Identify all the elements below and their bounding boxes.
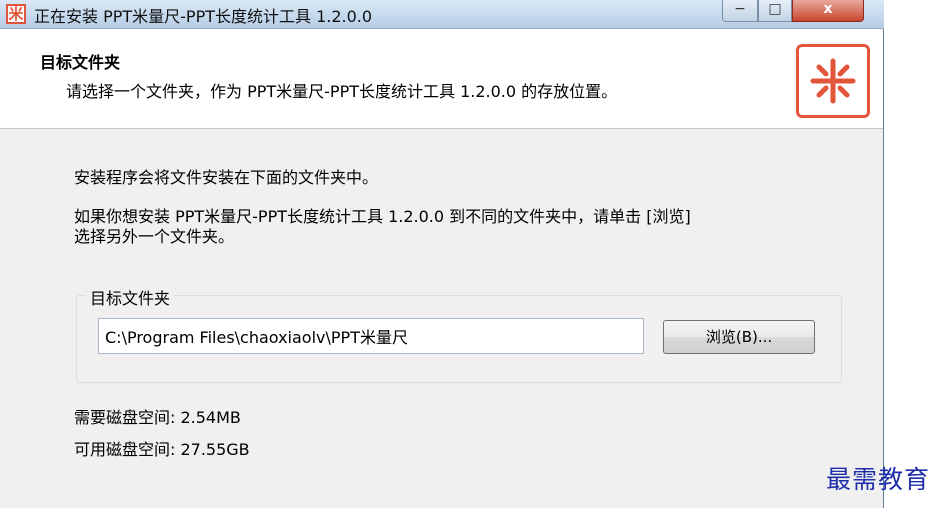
browse-hint-line-2: 选择另外一个文件夹。: [74, 227, 235, 246]
destination-group-label: 目标文件夹: [86, 285, 175, 309]
close-button[interactable]: x: [792, 0, 864, 22]
ppt-ruler-logo-icon: [796, 44, 870, 118]
app-logo-icon: 米: [6, 4, 26, 24]
browse-button[interactable]: 浏览(B)...: [663, 320, 815, 354]
minimize-button[interactable]: −: [722, 0, 758, 22]
window-title: 正在安装 PPT米量尺-PPT长度统计工具 1.2.0.0: [34, 7, 373, 26]
title-bar[interactable]: 米 正在安装 PPT米量尺-PPT长度统计工具 1.2.0.0 − □ x: [0, 0, 884, 29]
browse-hint-text: 如果你想安装 PPT米量尺-PPT长度统计工具 1.2.0.0 到不同的文件夹中…: [74, 207, 691, 247]
maximize-button[interactable]: □: [758, 0, 792, 22]
header-panel: 目标文件夹 请选择一个文件夹，作为 PPT米量尺-PPT长度统计工具 1.2.0…: [0, 29, 883, 129]
installer-window: 米 正在安装 PPT米量尺-PPT长度统计工具 1.2.0.0 − □ x 目标…: [0, 0, 884, 508]
space-required-text: 需要磁盘空间: 2.54MB: [74, 408, 241, 427]
browse-hint-line-1: 如果你想安装 PPT米量尺-PPT长度统计工具 1.2.0.0 到不同的文件夹中…: [74, 207, 691, 226]
page-subtitle: 请选择一个文件夹，作为 PPT米量尺-PPT长度统计工具 1.2.0.0 的存放…: [66, 82, 618, 101]
install-info-text: 安装程序会将文件安装在下面的文件夹中。: [74, 168, 379, 187]
watermark-text: 最需教育: [826, 465, 931, 494]
page-title: 目标文件夹: [40, 53, 121, 72]
asterisk-icon: [810, 58, 856, 104]
content-area: 安装程序会将文件安装在下面的文件夹中。 如果你想安装 PPT米量尺-PPT长度统…: [0, 129, 883, 508]
space-available-text: 可用磁盘空间: 27.55GB: [74, 440, 250, 459]
destination-path-input[interactable]: [98, 318, 644, 354]
